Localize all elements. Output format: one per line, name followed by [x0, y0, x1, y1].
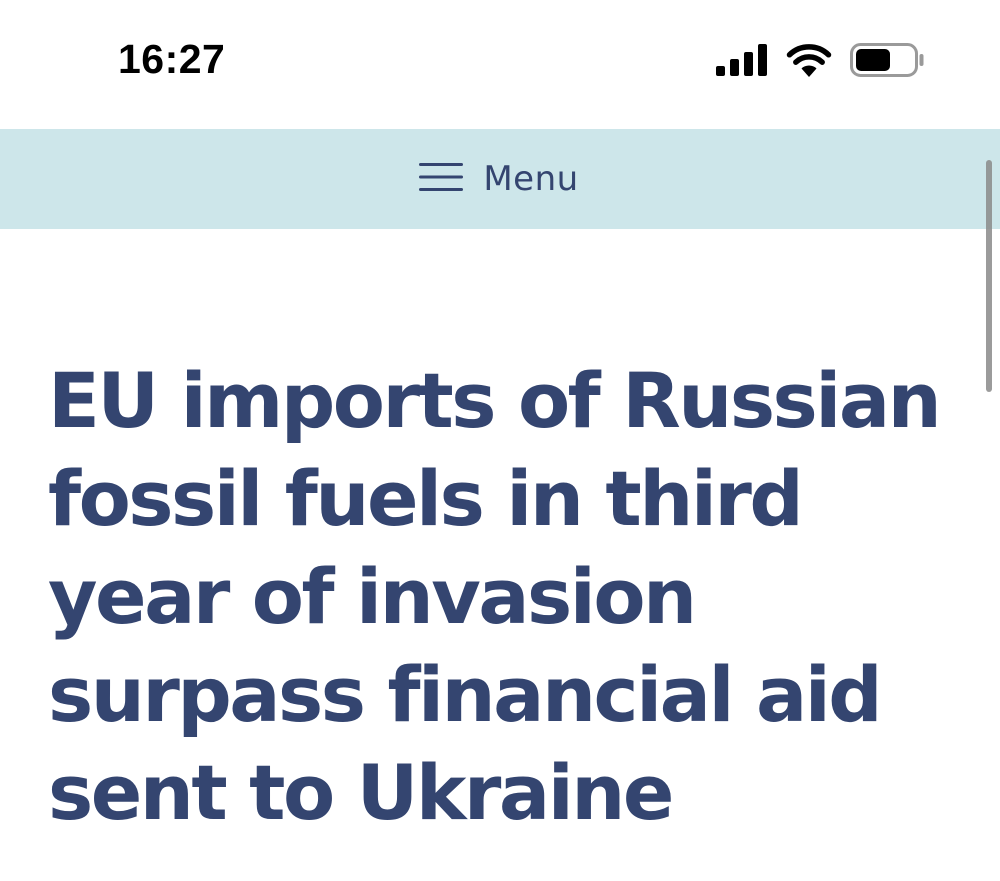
- scrollbar[interactable]: [986, 160, 992, 392]
- status-icons: [716, 42, 924, 78]
- status-bar: 16:27: [0, 0, 1000, 128]
- battery-icon: [850, 43, 924, 77]
- article-title: EU imports of Russian fossil fuels in th…: [48, 356, 942, 837]
- menu-label: Menu: [483, 159, 579, 199]
- menu-inner: Menu: [419, 159, 578, 199]
- cellular-signal-icon: [716, 44, 768, 76]
- wifi-icon: [786, 43, 832, 77]
- menu-button[interactable]: Menu: [0, 129, 1000, 229]
- status-time: 16:27: [118, 36, 226, 82]
- hamburger-icon: [419, 162, 464, 197]
